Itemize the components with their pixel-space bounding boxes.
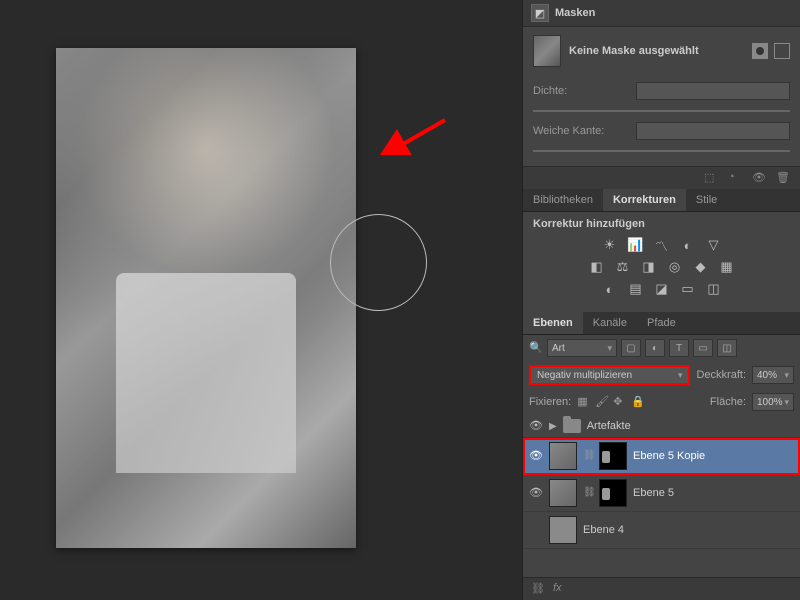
fill-input[interactable]: 100%▾ xyxy=(752,393,794,411)
opacity-input[interactable]: 40%▾ xyxy=(752,366,794,384)
color-balance-icon[interactable]: ⚖ xyxy=(613,258,633,276)
curves-icon[interactable]: 〽 xyxy=(652,236,672,254)
search-icon[interactable]: 🔍 xyxy=(529,341,543,355)
color-lookup-icon[interactable]: ▦ xyxy=(717,258,737,276)
levels-icon[interactable]: 📊 xyxy=(626,236,646,254)
canvas-image[interactable] xyxy=(56,48,356,548)
layers-panel: 🔍 Art▾ ▢ ◐ T ▭ ◫ Negativ multiplizieren▾… xyxy=(523,335,800,600)
feather-input[interactable] xyxy=(636,122,790,140)
visibility-icon[interactable]: 👁 xyxy=(529,419,543,433)
adjustments-panel: Korrektur hinzufügen ☀ 📊 〽 ◐ ▽ ◧ ⚖ ◨ ◎ ◆… xyxy=(523,212,800,312)
folder-icon xyxy=(563,419,581,433)
masks-panel-title: Masken xyxy=(555,7,595,19)
link-icon[interactable]: ⛓ xyxy=(583,487,593,499)
no-mask-label: Keine Maske ausgewählt xyxy=(569,45,744,57)
density-label: Dichte: xyxy=(533,85,628,97)
lock-label: Fixieren: xyxy=(529,396,571,408)
opacity-label: Deckkraft: xyxy=(696,369,746,381)
visibility-icon[interactable]: 👁 xyxy=(529,449,543,463)
layer-row-selected[interactable]: 👁 ⛓ Ebene 5 Kopie xyxy=(523,438,800,475)
masks-footer: ⬚ ◔ 👁 🗑 xyxy=(523,166,800,189)
layer-mask-thumbnail[interactable] xyxy=(599,442,627,470)
filter-type-dropdown[interactable]: Art▾ xyxy=(547,339,617,357)
tab-adjustments[interactable]: Korrekturen xyxy=(603,189,686,211)
vector-mask-icon[interactable] xyxy=(774,43,790,59)
pixel-mask-icon[interactable] xyxy=(752,43,768,59)
vibrance-icon[interactable]: ▽ xyxy=(704,236,724,254)
layer-thumbnail[interactable] xyxy=(549,479,577,507)
layers-footer: ⛓ fx xyxy=(523,577,800,600)
layer-thumbnail[interactable] xyxy=(549,442,577,470)
blend-mode-dropdown[interactable]: Negativ multiplizieren▾ xyxy=(529,365,690,385)
filter-adjust-icon[interactable]: ◐ xyxy=(645,339,665,357)
layer-mask-thumbnail[interactable] xyxy=(599,479,627,507)
add-adjustment-label: Korrektur hinzufügen xyxy=(533,218,790,230)
layers-tabs: Ebenen Kanäle Pfade xyxy=(523,312,800,335)
posterize-icon[interactable]: ▤ xyxy=(626,280,646,298)
feather-label: Weiche Kante: xyxy=(533,125,628,137)
visibility-icon[interactable] xyxy=(529,523,543,537)
link-icon[interactable]: ⛓ xyxy=(583,450,593,462)
photo-filter-icon[interactable]: ◎ xyxy=(665,258,685,276)
feather-slider[interactable] xyxy=(533,150,790,152)
tab-layers[interactable]: Ebenen xyxy=(523,312,583,334)
expand-icon[interactable]: ▶ xyxy=(549,421,557,432)
disable-mask-icon[interactable]: 👁 xyxy=(752,171,766,185)
visibility-icon[interactable]: 👁 xyxy=(529,486,543,500)
density-slider[interactable] xyxy=(533,110,790,112)
link-layers-icon[interactable]: ⛓ xyxy=(531,582,545,596)
layer-name[interactable]: Ebene 4 xyxy=(583,524,794,536)
masks-panel-icon: ◩ xyxy=(531,4,549,22)
mask-thumbnail[interactable] xyxy=(533,35,561,67)
layer-thumbnail[interactable] xyxy=(549,516,577,544)
filter-type-icon[interactable]: T xyxy=(669,339,689,357)
canvas-area[interactable] xyxy=(0,0,522,600)
layer-name[interactable]: Artefakte xyxy=(587,420,794,432)
annotation-arrow xyxy=(380,115,450,155)
layer-group-row[interactable]: 👁 ▶ Artefakte xyxy=(523,415,800,438)
gradient-map-icon[interactable]: ▭ xyxy=(678,280,698,298)
selective-color-icon[interactable]: ◫ xyxy=(704,280,724,298)
lock-transparency-icon[interactable]: ▦ xyxy=(577,395,591,409)
filter-shape-icon[interactable]: ▭ xyxy=(693,339,713,357)
delete-mask-icon[interactable]: 🗑 xyxy=(776,171,790,185)
fill-label: Fläche: xyxy=(710,396,746,408)
select-mask-icon[interactable]: ⬚ xyxy=(704,171,718,185)
filter-pixel-icon[interactable]: ▢ xyxy=(621,339,641,357)
filter-smart-icon[interactable]: ◫ xyxy=(717,339,737,357)
brightness-icon[interactable]: ☀ xyxy=(600,236,620,254)
tab-styles[interactable]: Stile xyxy=(686,189,727,211)
masks-panel-body: Keine Maske ausgewählt Dichte: Weiche Ka… xyxy=(523,27,800,166)
tab-channels[interactable]: Kanäle xyxy=(583,312,637,334)
layer-name[interactable]: Ebene 5 Kopie xyxy=(633,450,794,462)
tab-libraries[interactable]: Bibliotheken xyxy=(523,189,603,211)
invert-icon[interactable]: ◐ xyxy=(600,280,620,298)
threshold-icon[interactable]: ◪ xyxy=(652,280,672,298)
tab-paths[interactable]: Pfade xyxy=(637,312,686,334)
channel-mixer-icon[interactable]: ◆ xyxy=(691,258,711,276)
exposure-icon[interactable]: ◐ xyxy=(678,236,698,254)
adjustments-tabs: Bibliotheken Korrekturen Stile xyxy=(523,189,800,212)
apply-mask-icon[interactable]: ◔ xyxy=(728,171,742,185)
masks-panel-header: ◩ Masken xyxy=(523,0,800,27)
fx-icon[interactable]: fx xyxy=(553,582,567,596)
right-panels: ◩ Masken Keine Maske ausgewählt Dichte: … xyxy=(522,0,800,600)
lock-position-icon[interactable]: ✥ xyxy=(613,395,627,409)
layer-row[interactable]: Ebene 4 xyxy=(523,512,800,549)
lock-all-icon[interactable]: 🔒 xyxy=(631,395,645,409)
layer-row[interactable]: 👁 ⛓ Ebene 5 xyxy=(523,475,800,512)
lock-pixels-icon[interactable]: 🖌 xyxy=(595,395,609,409)
hue-icon[interactable]: ◧ xyxy=(587,258,607,276)
bw-icon[interactable]: ◨ xyxy=(639,258,659,276)
layer-name[interactable]: Ebene 5 xyxy=(633,487,794,499)
density-input[interactable] xyxy=(636,82,790,100)
layer-list: 👁 ▶ Artefakte 👁 ⛓ Ebene 5 Kopie 👁 ⛓ Eben… xyxy=(523,415,800,577)
brush-cursor xyxy=(330,214,427,311)
